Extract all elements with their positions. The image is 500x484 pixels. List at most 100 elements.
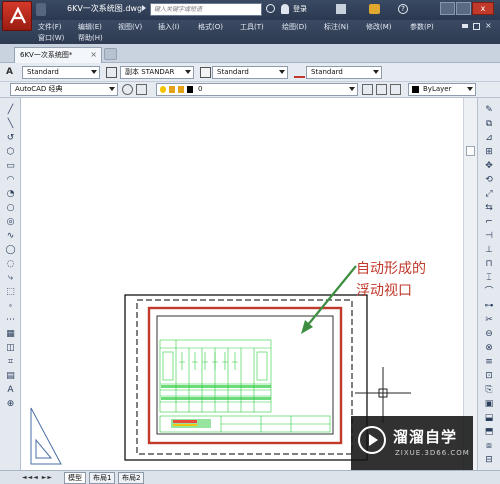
- modify-tool-icon[interactable]: ⬓: [482, 412, 496, 424]
- modify-tool-icon[interactable]: ⧈: [482, 440, 496, 452]
- draw-tool-icon[interactable]: ◫: [4, 342, 17, 354]
- modify-tool-icon[interactable]: ⧉: [482, 118, 496, 130]
- title-bar: 6KV一次系统图.dwg 键入关键字或短语 登录 ? x: [0, 0, 500, 20]
- workspace-select[interactable]: AutoCAD 经典: [10, 83, 118, 96]
- modify-tool-icon[interactable]: ⊞: [482, 146, 496, 158]
- drawing-canvas[interactable]: 自动形成的 浮动视口: [21, 98, 463, 470]
- draw-tool-icon[interactable]: ⌗: [4, 356, 17, 368]
- tab-layout1[interactable]: 布局1: [89, 472, 116, 484]
- modify-tool-icon[interactable]: ⌶: [482, 272, 496, 284]
- menu-edit[interactable]: 编辑(E): [78, 22, 102, 32]
- color-select[interactable]: ByLayer: [408, 83, 476, 96]
- draw-tool-icon[interactable]: ⤷: [4, 272, 17, 284]
- modify-tool-icon[interactable]: ✂: [482, 314, 496, 326]
- menu-dimension[interactable]: 标注(N): [324, 22, 349, 32]
- modify-tool-icon[interactable]: ⤢: [482, 188, 496, 200]
- modify-tool-icon[interactable]: ✥: [482, 160, 496, 172]
- tab-model[interactable]: 模型: [64, 472, 86, 484]
- modify-tool-icon[interactable]: ⊖: [482, 328, 496, 340]
- modify-tool-icon[interactable]: ▣: [482, 398, 496, 410]
- exchange-icon[interactable]: [336, 4, 346, 14]
- modify-tool-icon[interactable]: ⌐: [482, 216, 496, 228]
- help-icon[interactable]: ?: [398, 4, 408, 14]
- draw-tool-icon[interactable]: ◯: [4, 244, 17, 256]
- draw-tool-icon[interactable]: ∿: [4, 230, 17, 242]
- workspace-settings-icon[interactable]: [122, 84, 133, 95]
- tab-layout2[interactable]: 布局2: [118, 472, 145, 484]
- expand-icon[interactable]: [142, 5, 146, 11]
- new-tab-button[interactable]: [104, 48, 117, 60]
- close-tab-icon[interactable]: ×: [90, 48, 97, 62]
- modify-tool-icon[interactable]: ⇆: [482, 202, 496, 214]
- menu-help[interactable]: 帮助(H): [78, 33, 103, 43]
- draw-tool-icon[interactable]: ⋯: [4, 314, 17, 326]
- draw-tool-icon[interactable]: ╱: [4, 104, 17, 116]
- doc-restore-icon[interactable]: [473, 23, 480, 30]
- play-icon: [358, 426, 386, 454]
- make-current-icon[interactable]: [362, 84, 373, 95]
- search-input[interactable]: 键入关键字或短语: [150, 3, 262, 16]
- menu-draw[interactable]: 绘图(D): [282, 22, 307, 32]
- close-button[interactable]: x: [472, 2, 494, 15]
- modify-tool-icon[interactable]: ⊟: [482, 454, 496, 466]
- scrollbar-thumb[interactable]: [466, 146, 475, 156]
- search-icon[interactable]: [266, 4, 275, 13]
- layer-select[interactable]: 0: [156, 83, 358, 96]
- application-logo[interactable]: [2, 1, 32, 31]
- draw-tool-icon[interactable]: ▭: [4, 160, 17, 172]
- draw-tool-icon[interactable]: ▦: [4, 328, 17, 340]
- draw-tool-icon[interactable]: ╲: [4, 118, 17, 130]
- draw-tool-icon[interactable]: ⬞: [4, 300, 17, 312]
- layer-previous-icon[interactable]: [376, 84, 387, 95]
- draw-tool-icon[interactable]: A: [4, 384, 17, 396]
- draw-tool-icon[interactable]: ◔: [4, 188, 17, 200]
- menu-modify[interactable]: 修改(M): [366, 22, 392, 32]
- modify-tool-icon[interactable]: ⊶: [482, 300, 496, 312]
- menu-tools[interactable]: 工具(T): [240, 22, 264, 32]
- modify-tool-icon[interactable]: ⬒: [482, 426, 496, 438]
- lock-icon: [178, 86, 184, 93]
- table-style-select[interactable]: Standard: [212, 66, 288, 79]
- draw-tool-icon[interactable]: ↺: [4, 132, 17, 144]
- modify-tool-icon[interactable]: ⊗: [482, 342, 496, 354]
- tab-navigation-arrows[interactable]: ◄◄◄ ►►: [22, 474, 62, 482]
- login-link[interactable]: 登录: [293, 4, 307, 14]
- menu-window[interactable]: 窗口(W): [38, 33, 64, 43]
- text-style-select[interactable]: Standard: [22, 66, 100, 79]
- modify-tool-icon[interactable]: ≡: [482, 356, 496, 368]
- minimize-button[interactable]: [440, 2, 455, 15]
- quick-access-icon[interactable]: [36, 3, 46, 16]
- draw-tool-icon[interactable]: ◎: [4, 216, 17, 228]
- menu-parameter[interactable]: 参数(P): [410, 22, 434, 32]
- tab-active-document[interactable]: 6KV一次系统图* ×: [14, 47, 102, 63]
- help-community-icon[interactable]: [369, 4, 380, 14]
- modify-tool-icon[interactable]: ⊓: [482, 258, 496, 270]
- doc-close-icon[interactable]: ×: [485, 21, 492, 30]
- modify-tool-icon[interactable]: ⟲: [482, 174, 496, 186]
- modify-tool-icon[interactable]: ⊥: [482, 244, 496, 256]
- modify-tool-icon[interactable]: ⎘: [482, 384, 496, 396]
- modify-tool-icon[interactable]: ⊿: [482, 132, 496, 144]
- modify-tool-icon[interactable]: ⌒: [482, 286, 496, 298]
- menu-view[interactable]: 视图(V): [118, 22, 142, 32]
- menu-file[interactable]: 文件(F): [38, 22, 62, 32]
- mleader-style-select[interactable]: Standard: [306, 66, 382, 79]
- vertical-scrollbar[interactable]: [463, 98, 477, 470]
- modify-tool-icon[interactable]: ✎: [482, 104, 496, 116]
- menu-insert[interactable]: 插入(I): [158, 22, 180, 32]
- menu-format[interactable]: 格式(O): [198, 22, 223, 32]
- draw-tool-icon[interactable]: ○: [4, 202, 17, 214]
- doc-minimize-icon[interactable]: [462, 24, 468, 28]
- draw-tool-icon[interactable]: ⊕: [4, 398, 17, 410]
- modify-tool-icon[interactable]: ⊡: [482, 370, 496, 382]
- modify-tool-icon[interactable]: ⊣: [482, 230, 496, 242]
- draw-tool-icon[interactable]: ⬡: [4, 146, 17, 158]
- layer-properties-icon[interactable]: [136, 84, 147, 95]
- draw-tool-icon[interactable]: ⬚: [4, 286, 17, 298]
- dimension-style-select[interactable]: 副本 STANDAR: [120, 66, 194, 79]
- maximize-button[interactable]: [456, 2, 471, 15]
- draw-tool-icon[interactable]: ▤: [4, 370, 17, 382]
- draw-tool-icon[interactable]: ◠: [4, 174, 17, 186]
- layer-state-icon[interactable]: [390, 84, 401, 95]
- draw-tool-icon[interactable]: ◌: [4, 258, 17, 270]
